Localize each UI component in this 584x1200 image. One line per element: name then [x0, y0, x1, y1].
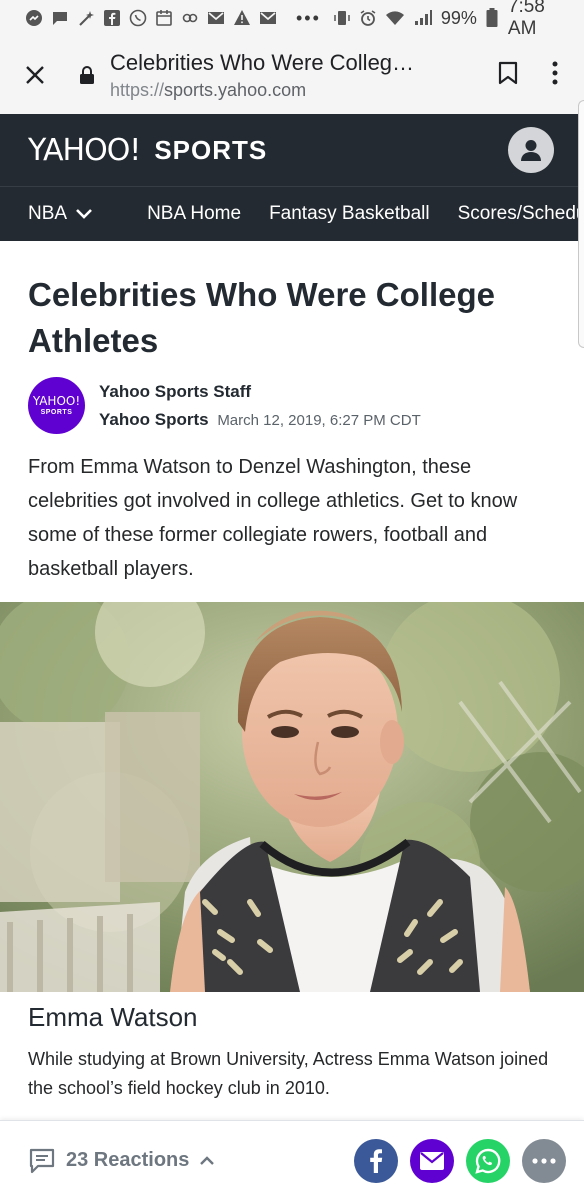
slide-caption: While studying at Brown University, Actr…	[28, 1049, 549, 1098]
lock-icon[interactable]	[72, 65, 102, 85]
reactions-count: 23 Reactions	[66, 1149, 190, 1171]
author-avatar-section: SPORTS	[40, 409, 73, 416]
clock: 7:58 AM	[507, 0, 545, 39]
site-header: YAHOO! SPORTS	[0, 114, 584, 186]
user-icon	[521, 140, 541, 161]
page-title: Celebrities Who Were Colleg…	[110, 49, 415, 75]
share-more-button[interactable]	[522, 1138, 566, 1183]
chat-icon	[50, 8, 70, 28]
profile-button[interactable]	[508, 127, 554, 173]
url-protocol: https://	[110, 79, 165, 100]
comment-icon	[29, 1148, 55, 1173]
byline-meta: Yahoo Sports March 12, 2019, 6:27 PM CDT	[99, 410, 421, 430]
section-nav: NBA NBA Home Fantasy Basketball Scores/S…	[0, 186, 584, 241]
mail-icon	[420, 1151, 444, 1170]
nba-dropdown[interactable]: NBA	[0, 203, 93, 225]
address-bar[interactable]: Celebrities Who Were Colleg… https://spo…	[102, 50, 498, 101]
scroll-indicator[interactable]	[578, 100, 584, 348]
gmail-icon	[258, 8, 278, 28]
status-bar: ••• 99% 7:58 AM	[0, 0, 584, 39]
bottom-action-bar: 23 Reactions	[0, 1120, 584, 1200]
facebook-icon	[102, 8, 122, 28]
yahoo-logo[interactable]: YAHOO!	[28, 133, 141, 168]
whatsapp-icon	[475, 1148, 501, 1174]
vibrate-icon	[333, 8, 351, 28]
whatsapp-icon	[128, 8, 148, 28]
battery-percent: 99%	[440, 7, 477, 28]
close-tab-button[interactable]	[0, 64, 70, 86]
byline-text: Yahoo Sports Staff Yahoo Sports March 12…	[99, 382, 421, 430]
article-summary: From Emma Watson to Denzel Washington, t…	[28, 456, 518, 580]
publish-date: March 12, 2019, 6:27 PM CDT	[217, 411, 421, 429]
facebook-icon	[370, 1148, 383, 1173]
sports-logo[interactable]: SPORTS	[154, 135, 267, 166]
menu-button[interactable]	[552, 61, 558, 90]
notification-icons: •••	[24, 8, 333, 29]
share-email-button[interactable]	[410, 1138, 454, 1183]
share-buttons	[354, 1138, 566, 1183]
more-notifications: •••	[296, 7, 321, 28]
close-icon	[26, 66, 44, 84]
nav-item-nba-home[interactable]: NBA Home	[147, 203, 241, 225]
messenger-icon	[24, 8, 44, 28]
warning-icon	[232, 8, 252, 28]
nav-item-fantasy-basketball[interactable]: Fantasy Basketball	[269, 203, 430, 225]
more-horizontal-icon	[532, 1157, 556, 1164]
magic-wand-icon	[76, 8, 96, 28]
url-host: sports.yahoo.com	[164, 79, 307, 100]
bookmark-button[interactable]	[498, 61, 518, 90]
nba-dropdown-label: NBA	[28, 203, 68, 224]
browser-actions	[498, 61, 584, 90]
emma-watson-photo	[0, 602, 584, 992]
signal-icon	[413, 8, 433, 28]
calendar-icon	[154, 8, 174, 28]
alarm-icon	[359, 8, 377, 28]
wifi-icon	[385, 8, 405, 28]
article-headline: Celebrities Who Were College Athletes	[28, 276, 495, 359]
share-facebook-button[interactable]	[354, 1138, 398, 1183]
system-status: 99% 7:58 AM	[333, 0, 560, 40]
bookmark-icon	[498, 61, 518, 84]
author-avatar[interactable]: YAHOO! SPORTS	[28, 377, 85, 434]
share-whatsapp-button[interactable]	[466, 1138, 510, 1183]
nav-item-scores-schedule[interactable]: Scores/Schedule	[458, 203, 584, 225]
publisher-name[interactable]: Yahoo Sports	[99, 410, 209, 429]
link-icon	[180, 8, 200, 28]
more-vertical-icon	[552, 61, 558, 84]
browser-toolbar: Celebrities Who Were Colleg… https://spo…	[0, 36, 584, 114]
battery-icon	[485, 8, 500, 28]
reactions-button[interactable]: 23 Reactions	[28, 1147, 215, 1175]
author-name[interactable]: Yahoo Sports Staff	[99, 382, 421, 402]
byline: YAHOO! SPORTS Yahoo Sports Staff Yahoo S…	[28, 377, 421, 434]
gmail-icon	[206, 8, 226, 28]
page-url: https://sports.yahoo.com	[110, 80, 498, 101]
chevron-up-icon	[200, 1155, 215, 1165]
slide-title: Emma Watson	[28, 1002, 198, 1032]
author-avatar-logo: YAHOO!	[32, 394, 81, 408]
slide-photo[interactable]	[0, 602, 584, 992]
chevron-down-icon	[76, 209, 92, 219]
